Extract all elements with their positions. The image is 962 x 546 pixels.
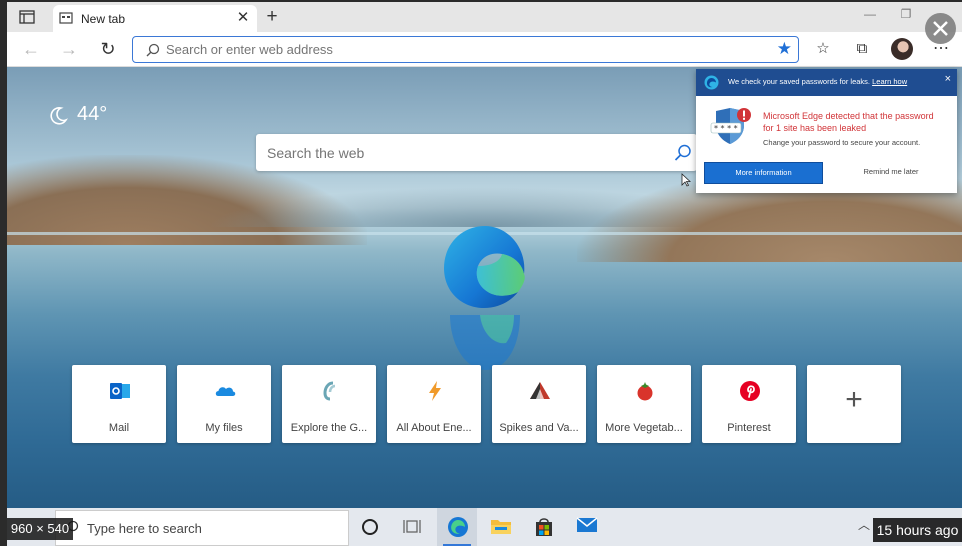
address-bar[interactable]: ★ [132, 36, 799, 63]
password-monitor-popup: We check your saved passwords for leaks.… [696, 69, 957, 193]
favorite-star-icon[interactable]: ★ [777, 38, 792, 60]
quick-link-pinterest[interactable]: Pinterest [702, 365, 796, 443]
temperature-text: 44° [77, 103, 108, 125]
triangle-icon [529, 380, 550, 402]
tomato-icon [634, 380, 654, 402]
search-icon [145, 42, 161, 58]
taskbar-search-placeholder: Type here to search [87, 521, 202, 536]
quick-link-label: Explore the G... [290, 422, 368, 434]
sidebar-icon[interactable] [19, 10, 35, 24]
plus-icon: + [845, 383, 863, 416]
collections-icon[interactable]: ⧉ [851, 38, 873, 60]
browser-window: New tab ✕ + — ❐ ← → ↻ ★ ☆ ⧉ ⋯ [7, 2, 962, 546]
refresh-icon[interactable]: ↻ [96, 37, 120, 61]
quick-links: Mail My files Explore the G... All About… [72, 365, 902, 443]
lightning-icon [424, 380, 444, 402]
edge-small-icon [704, 75, 719, 90]
mail-icon[interactable] [566, 508, 606, 546]
popup-header: We check your saved passwords for leaks.… [696, 69, 957, 96]
svg-text:* * * *: * * * * [714, 124, 738, 133]
add-quick-link-button[interactable]: + [807, 365, 901, 443]
quick-link-label: More Vegetab... [605, 422, 683, 434]
taskbar-search-box[interactable]: Type here to search [55, 510, 349, 546]
outlook-icon [109, 380, 130, 402]
search-submit-icon[interactable] [673, 143, 693, 163]
restore-icon[interactable]: ❐ [895, 5, 917, 23]
quick-link-my-files[interactable]: My files [177, 365, 271, 443]
quick-link-label: All About Ene... [396, 422, 472, 434]
tray-chevron-up-icon[interactable]: ︿ [857, 518, 871, 532]
quick-link-label: Pinterest [727, 422, 771, 434]
remind-me-later-button[interactable]: Remind me later [846, 162, 936, 182]
leak-advice-text: Change your password to secure your acco… [763, 138, 921, 147]
password-shield-icon: * * * * [710, 107, 752, 145]
tab-close-icon[interactable]: ✕ [233, 8, 253, 28]
quick-link-label: My files [205, 422, 243, 434]
close-overlay-button[interactable] [925, 13, 956, 44]
back-icon[interactable]: ← [19, 37, 43, 61]
quick-link-vegetables[interactable]: More Vegetab... [597, 365, 691, 443]
address-input[interactable] [166, 37, 726, 62]
quick-link-mail[interactable]: Mail [72, 365, 166, 443]
pinterest-icon [739, 380, 760, 402]
web-search-input[interactable] [267, 134, 667, 171]
edge-taskbar-icon[interactable] [437, 508, 477, 546]
quick-link-energy[interactable]: All About Ene... [387, 365, 481, 443]
task-view-icon[interactable] [392, 508, 432, 546]
leak-alert-text: Microsoft Edge detected that the passwor… [763, 111, 934, 133]
cortana-icon[interactable] [350, 508, 390, 546]
quick-link-spikes[interactable]: Spikes and Va... [492, 365, 586, 443]
mouse-cursor-icon [681, 173, 692, 187]
onedrive-icon [214, 380, 236, 402]
popup-header-text: We check your saved passwords for leaks.… [728, 77, 908, 86]
more-information-button[interactable]: More information [704, 162, 823, 184]
file-explorer-icon[interactable] [480, 508, 520, 546]
favorites-icon[interactable]: ☆ [812, 38, 834, 60]
new-tab-button[interactable]: + [261, 6, 283, 28]
tab-strip: New tab ✕ + — ❐ [7, 2, 962, 32]
quick-link-label: Spikes and Va... [499, 422, 579, 434]
new-tab-favicon-icon [59, 11, 73, 25]
moon-icon [47, 105, 69, 127]
browser-toolbar: ← → ↻ ★ ☆ ⧉ ⋯ [7, 32, 962, 67]
learn-how-link[interactable]: Learn how [872, 77, 907, 86]
close-icon [933, 21, 948, 36]
tab-title: New tab [81, 12, 126, 26]
tab-new-tab[interactable]: New tab ✕ [53, 5, 257, 32]
time-ago-badge: 15 hours ago [873, 518, 962, 542]
quick-link-label: Mail [108, 422, 130, 434]
windows-taskbar: Type here to search ︿ [7, 508, 962, 546]
forward-icon[interactable]: → [57, 37, 81, 61]
web-search-box[interactable] [256, 134, 697, 171]
popup-close-icon[interactable]: × [945, 73, 951, 85]
store-icon[interactable] [523, 508, 563, 546]
minimize-icon[interactable]: — [859, 5, 881, 23]
quick-link-explore[interactable]: Explore the G... [282, 365, 376, 443]
link-icon [319, 380, 339, 402]
image-dimensions-badge: 960 × 540 [7, 518, 73, 540]
profile-avatar[interactable] [891, 38, 913, 60]
edge-logo-icon [440, 222, 530, 312]
